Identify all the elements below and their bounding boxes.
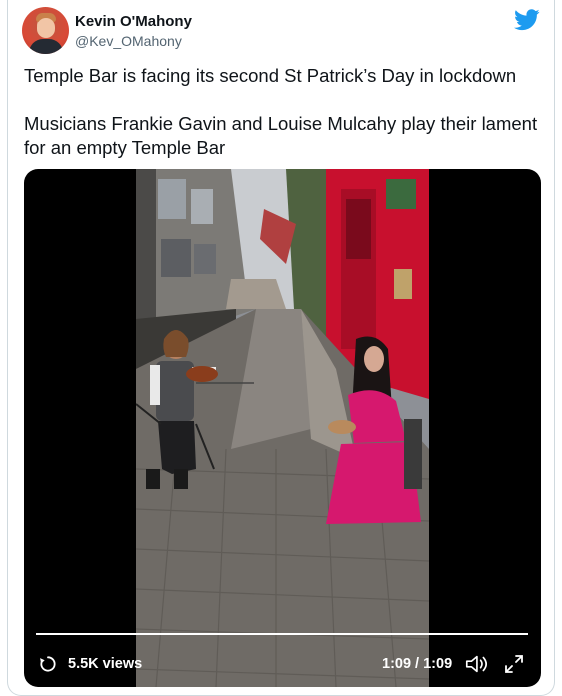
fullscreen-icon[interactable] bbox=[504, 654, 524, 674]
video-time: 1:09 / 1:09 bbox=[382, 656, 453, 672]
tweet-paragraph: Temple Bar is facing its second St Patri… bbox=[24, 65, 517, 86]
video-player[interactable]: 5.5K views 1:09 / 1:09 bbox=[24, 169, 541, 687]
view-count: 5.5K views bbox=[68, 656, 143, 672]
avatar[interactable] bbox=[22, 7, 69, 54]
volume-icon[interactable] bbox=[464, 653, 488, 675]
video-controls: 5.5K views 1:09 / 1:09 bbox=[24, 649, 541, 679]
author-name[interactable]: Kevin O'Mahony bbox=[75, 13, 192, 30]
author-handle[interactable]: @Kev_OMahony bbox=[75, 33, 182, 49]
video-frame bbox=[136, 169, 429, 687]
tweet-header: Kevin O'Mahony @Kev_OMahony bbox=[22, 7, 542, 55]
tweet-card[interactable]: Kevin O'Mahony @Kev_OMahony Temple Bar i… bbox=[7, 0, 555, 696]
video-progress-bar[interactable] bbox=[36, 633, 528, 635]
tweet-paragraph: Musicians Frankie Gavin and Louise Mulca… bbox=[24, 113, 538, 158]
twitter-bird-icon[interactable] bbox=[514, 9, 540, 31]
replay-icon[interactable] bbox=[38, 654, 58, 674]
tweet-text: Temple Bar is facing its second St Patri… bbox=[24, 64, 544, 184]
